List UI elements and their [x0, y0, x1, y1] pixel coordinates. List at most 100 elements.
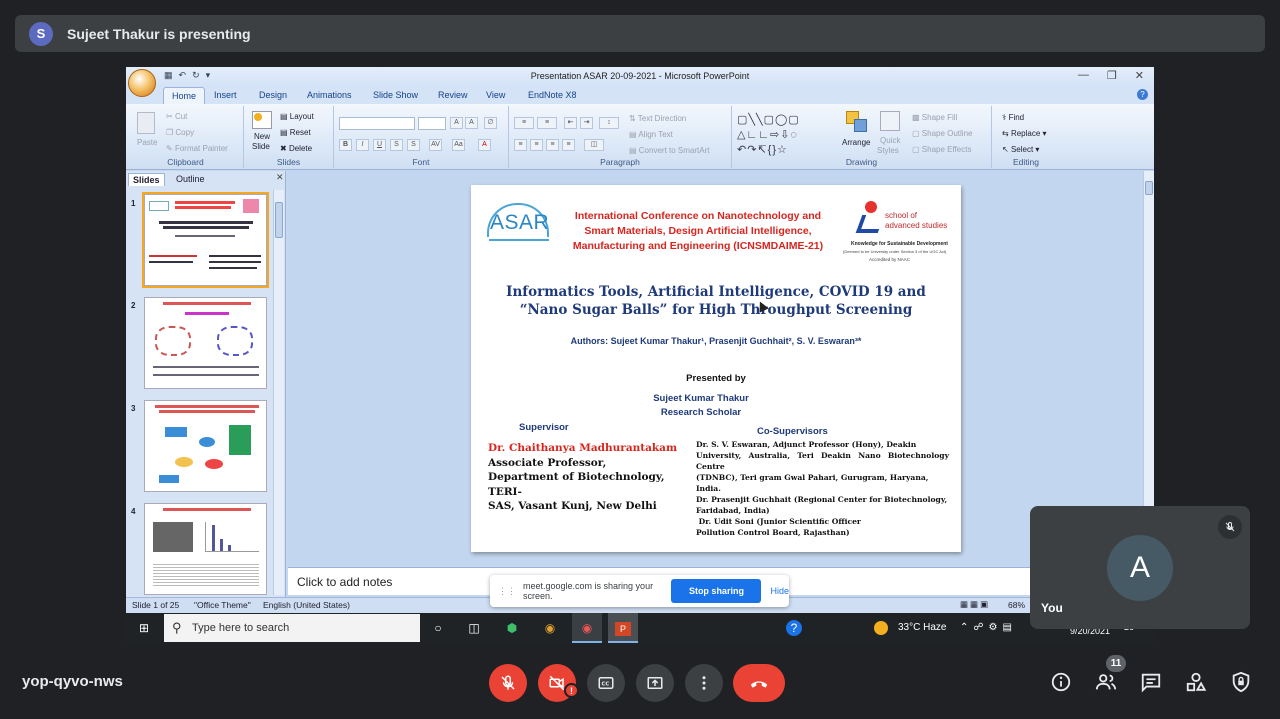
- cosupervisors-heading: Co-Supervisors: [757, 426, 828, 437]
- cosupervisor-line: India.: [696, 484, 721, 493]
- sorter-view-icon[interactable]: ▦: [970, 599, 980, 609]
- pane-close-icon[interactable]: ✕: [276, 172, 284, 183]
- slide-thumbnail-3[interactable]: [144, 400, 267, 492]
- chat-button[interactable]: [1139, 670, 1163, 694]
- shape-outline-button[interactable]: ▢ Shape Outline: [912, 129, 972, 138]
- chrome-icon[interactable]: ◉: [572, 613, 602, 643]
- select-button[interactable]: ↖ Select ▾: [1002, 145, 1039, 154]
- replace-button[interactable]: ⇆ Replace ▾: [1002, 129, 1047, 138]
- numbering-icon[interactable]: ≡: [537, 117, 557, 129]
- font-name-box[interactable]: [339, 117, 415, 130]
- tab-outline[interactable]: Outline: [172, 173, 209, 186]
- tab-slides[interactable]: Slides: [128, 173, 165, 186]
- align-right-icon[interactable]: ≡: [546, 139, 559, 151]
- tab-insert[interactable]: Insert: [214, 90, 237, 100]
- new-slide-button[interactable]: New: [254, 132, 270, 141]
- reset-button[interactable]: ▤ Reset: [280, 128, 311, 137]
- font-size-box[interactable]: [418, 117, 446, 130]
- format-painter-button[interactable]: ✎ Format Painter: [166, 144, 228, 153]
- increase-indent-icon[interactable]: ⇥: [580, 117, 593, 129]
- shrink-font-icon[interactable]: A: [465, 117, 478, 129]
- columns-icon[interactable]: ◫: [584, 139, 604, 151]
- slides-scroll-thumb[interactable]: [275, 202, 283, 238]
- grow-font-icon[interactable]: A: [450, 117, 463, 129]
- underline-icon[interactable]: U: [373, 139, 386, 151]
- find-label: Find: [1008, 113, 1025, 122]
- task-view-icon[interactable]: ◫: [466, 620, 482, 636]
- find-button[interactable]: ⚕ Find: [1002, 113, 1024, 122]
- leave-call-button[interactable]: [733, 664, 785, 702]
- slide-thumbnail-4[interactable]: [144, 503, 267, 595]
- tab-design[interactable]: Design: [259, 90, 287, 100]
- slide-thumbnail-1[interactable]: [142, 192, 269, 288]
- shadow-icon[interactable]: S: [407, 139, 420, 151]
- delete-button[interactable]: ✖ Delete: [280, 144, 312, 153]
- tab-review[interactable]: Review: [438, 90, 468, 100]
- powerpoint-taskbar-icon[interactable]: P: [608, 613, 638, 643]
- bold-icon[interactable]: B: [339, 139, 352, 151]
- windows-start-icon[interactable]: ⊞: [136, 620, 152, 636]
- slide-scroll-thumb[interactable]: [1145, 181, 1153, 195]
- strikethrough-icon[interactable]: S: [390, 139, 403, 151]
- tab-endnote[interactable]: EndNote X8: [528, 90, 577, 100]
- change-case-icon[interactable]: Aa: [452, 139, 465, 151]
- tab-slide-show[interactable]: Slide Show: [373, 90, 418, 100]
- captions-button[interactable]: CC: [587, 664, 625, 702]
- view-buttons[interactable]: ▦▦▣: [960, 599, 990, 610]
- arrange-icon: [846, 111, 868, 133]
- cut-button[interactable]: ✂ Cut: [166, 112, 187, 121]
- convert-smartart-button[interactable]: ▤ Convert to SmartArt: [629, 146, 709, 155]
- slide-thumbnail-2[interactable]: [144, 297, 267, 389]
- close-icon[interactable]: ✕: [1135, 69, 1144, 82]
- copy-button[interactable]: ❐ Copy: [166, 128, 194, 137]
- shapes-gallery[interactable]: ▢╲╲▢◯▢ △∟∟⇨⇩◌ ↶↷↸{}☆: [737, 113, 832, 159]
- meeting-details-button[interactable]: [1049, 670, 1073, 694]
- arrange-button[interactable]: Arrange: [842, 138, 870, 147]
- bullets-icon[interactable]: ≡: [514, 117, 534, 129]
- paint-icon[interactable]: ◉: [542, 620, 558, 636]
- align-center-icon[interactable]: ≡: [530, 139, 543, 151]
- minimize-icon[interactable]: —: [1078, 69, 1089, 82]
- slideshow-view-icon[interactable]: ▣: [980, 599, 990, 609]
- activities-button[interactable]: [1184, 670, 1208, 694]
- spacing-icon[interactable]: AV: [429, 139, 442, 151]
- taskbar-search[interactable]: ⚲ Type here to search: [164, 614, 420, 642]
- zoom-level[interactable]: 68%: [1008, 600, 1025, 610]
- shape-effects-button[interactable]: ▢ Shape Effects: [912, 145, 971, 154]
- text-direction-button[interactable]: ⇅ Text Direction: [629, 114, 686, 123]
- justify-icon[interactable]: ≡: [562, 139, 575, 151]
- font-color-icon[interactable]: A: [478, 139, 491, 151]
- more-options-button[interactable]: [685, 664, 723, 702]
- line-spacing-icon[interactable]: ↕: [599, 117, 619, 129]
- mic-toggle-button[interactable]: [489, 664, 527, 702]
- clear-format-icon[interactable]: ∅: [484, 117, 497, 129]
- slides-scrollbar[interactable]: [273, 190, 284, 595]
- people-button[interactable]: [1094, 670, 1118, 694]
- decrease-indent-icon[interactable]: ⇤: [564, 117, 577, 129]
- help-icon[interactable]: ?: [1137, 89, 1148, 100]
- align-text-button[interactable]: ▤ Align Text: [629, 130, 673, 139]
- maximize-icon[interactable]: ❐: [1107, 69, 1117, 82]
- self-video-tile[interactable]: A You: [1030, 506, 1250, 629]
- tray-icons[interactable]: ⌃☍⚙▤: [960, 622, 1017, 633]
- cortana-icon[interactable]: ○: [430, 620, 446, 636]
- tab-view[interactable]: View: [486, 90, 505, 100]
- tab-home[interactable]: Home: [163, 87, 206, 104]
- stop-sharing-button[interactable]: Stop sharing: [671, 579, 762, 603]
- quick-styles-button[interactable]: Quick: [880, 136, 900, 145]
- office-button[interactable]: [128, 69, 156, 97]
- layout-button[interactable]: ▤ Layout: [280, 112, 314, 121]
- tab-animations[interactable]: Animations: [307, 90, 352, 100]
- help-circle-icon[interactable]: ?: [786, 620, 802, 636]
- hide-banner-button[interactable]: Hide: [770, 586, 789, 596]
- italic-icon[interactable]: I: [356, 139, 369, 151]
- current-slide[interactable]: ASAR International Conference on Nanotec…: [471, 185, 961, 552]
- paste-button[interactable]: Paste: [137, 138, 157, 147]
- align-left-icon[interactable]: ≡: [514, 139, 527, 151]
- app-icon[interactable]: ⬢: [504, 620, 520, 636]
- drag-handle-icon[interactable]: ⋮⋮: [498, 586, 516, 597]
- host-controls-button[interactable]: [1229, 670, 1253, 694]
- normal-view-icon[interactable]: ▦: [960, 599, 970, 609]
- shape-fill-button[interactable]: ▩ Shape Fill: [912, 113, 957, 122]
- present-now-button[interactable]: [636, 664, 674, 702]
